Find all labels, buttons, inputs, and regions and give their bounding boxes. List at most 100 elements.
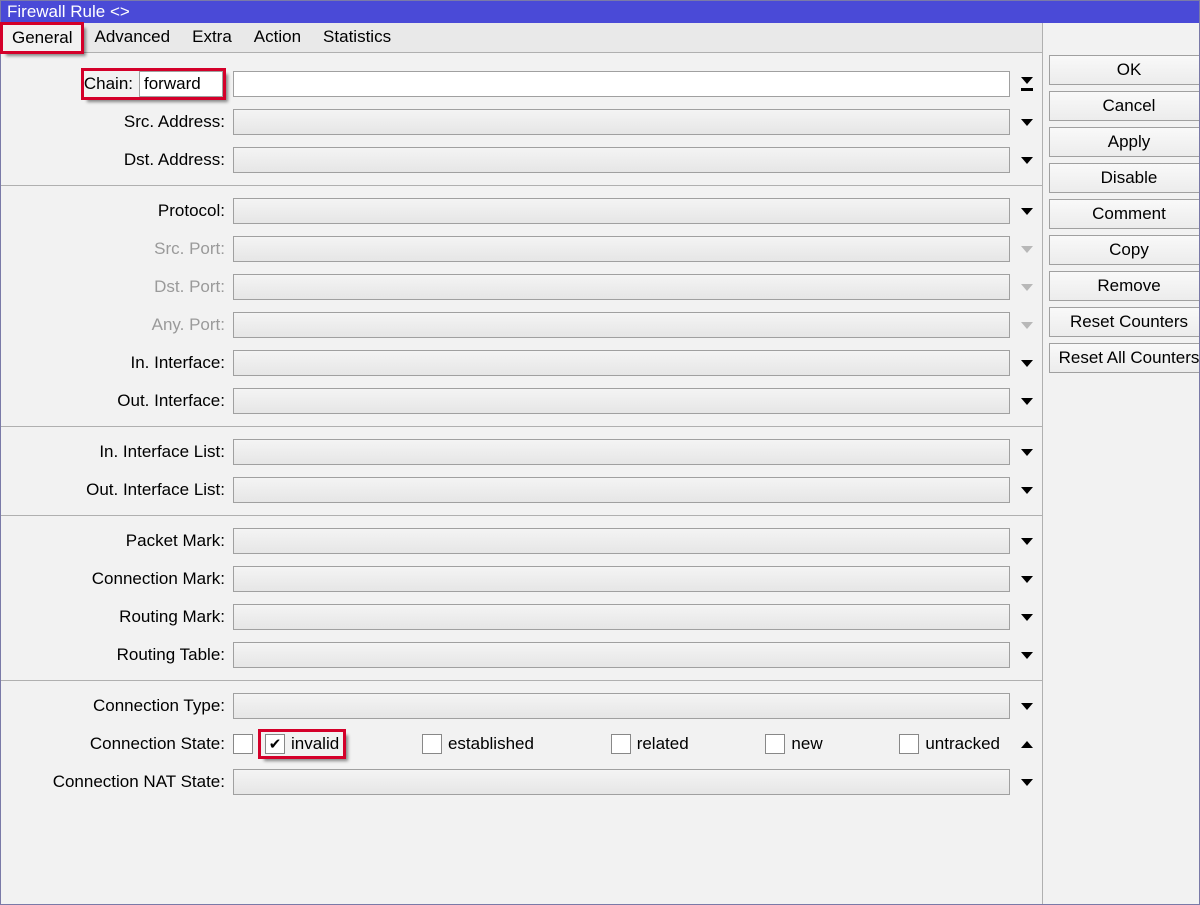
any-port-label: Any. Port: [1,315,233,335]
comment-button[interactable]: Comment [1049,199,1199,229]
row-src-port: Src. Port: [1,230,1042,268]
row-connection-nat-state: Connection NAT State: [1,763,1042,801]
label-wrap-chain: Chain: [1,69,233,99]
dst-port-expand-icon [1016,276,1038,298]
state-new-checkbox[interactable] [765,734,785,754]
window-titlebar: Firewall Rule <> [1,1,1199,23]
row-dst-port: Dst. Port: [1,268,1042,306]
tab-advanced[interactable]: Advanced [83,22,181,52]
row-connection-state: Connection State: ✔ invalid established [1,725,1042,763]
row-routing-table: Routing Table: [1,636,1042,674]
ok-button[interactable]: OK [1049,55,1199,85]
connection-type-input[interactable] [233,693,1010,719]
divider-1 [1,185,1042,186]
state-new-label: new [791,734,822,754]
packet-mark-expand-icon[interactable] [1016,530,1038,552]
row-in-interface: In. Interface: [1,344,1042,382]
src-port-expand-icon [1016,238,1038,260]
row-protocol: Protocol: [1,192,1042,230]
chain-dropdown-icon[interactable] [1016,73,1038,95]
routing-mark-input[interactable] [233,604,1010,630]
protocol-expand-icon[interactable] [1016,200,1038,222]
row-chain: Chain: [1,65,1042,103]
reset-all-counters-button[interactable]: Reset All Counters [1049,343,1199,373]
row-src-address: Src. Address: [1,103,1042,141]
connection-nat-state-expand-icon[interactable] [1016,771,1038,793]
out-interface-input[interactable] [233,388,1010,414]
firewall-rule-window: Firewall Rule <> General Advanced Extra … [0,0,1200,905]
in-interface-input[interactable] [233,350,1010,376]
dst-port-input [233,274,1010,300]
row-connection-mark: Connection Mark: [1,560,1042,598]
protocol-input[interactable] [233,198,1010,224]
tab-extra[interactable]: Extra [181,22,243,52]
connection-nat-state-input[interactable] [233,769,1010,795]
row-any-port: Any. Port: [1,306,1042,344]
disable-button[interactable]: Disable [1049,163,1199,193]
connection-mark-input[interactable] [233,566,1010,592]
apply-button[interactable]: Apply [1049,127,1199,157]
connection-state-negate-checkbox[interactable] [233,734,253,754]
src-address-expand-icon[interactable] [1016,111,1038,133]
packet-mark-input[interactable] [233,528,1010,554]
chain-highlight-box: Chain: [82,69,225,99]
divider-2 [1,426,1042,427]
connection-state-label: Connection State: [1,734,233,754]
tab-action[interactable]: Action [243,22,312,52]
src-address-input[interactable] [233,109,1010,135]
connection-type-label: Connection Type: [1,696,233,716]
connection-mark-expand-icon[interactable] [1016,568,1038,590]
divider-4 [1,680,1042,681]
state-untracked-checkbox[interactable] [899,734,919,754]
connection-type-expand-icon[interactable] [1016,695,1038,717]
in-interface-expand-icon[interactable] [1016,352,1038,374]
dst-address-input[interactable] [233,147,1010,173]
in-interface-list-expand-icon[interactable] [1016,441,1038,463]
tab-statistics[interactable]: Statistics [312,22,402,52]
tab-general[interactable]: General [1,23,83,53]
routing-table-label: Routing Table: [1,645,233,665]
routing-table-expand-icon[interactable] [1016,644,1038,666]
in-interface-list-input[interactable] [233,439,1010,465]
row-packet-mark: Packet Mark: [1,522,1042,560]
any-port-expand-icon [1016,314,1038,336]
chain-label: Chain: [84,74,133,94]
state-related-group: related [611,734,689,754]
reset-counters-button[interactable]: Reset Counters [1049,307,1199,337]
tabs-bar: General Advanced Extra Action Statistics [1,23,1042,53]
dst-address-expand-icon[interactable] [1016,149,1038,171]
divider-3 [1,515,1042,516]
state-established-checkbox[interactable] [422,734,442,754]
state-untracked-label: untracked [925,734,1000,754]
out-interface-list-expand-icon[interactable] [1016,479,1038,501]
out-interface-list-input[interactable] [233,477,1010,503]
state-related-checkbox[interactable] [611,734,631,754]
state-invalid-label: invalid [291,734,339,754]
row-connection-type: Connection Type: [1,687,1042,725]
any-port-input [233,312,1010,338]
row-dst-address: Dst. Address: [1,141,1042,179]
state-new-group: new [765,734,822,754]
routing-table-input[interactable] [233,642,1010,668]
dst-address-label: Dst. Address: [1,150,233,170]
chain-input[interactable] [139,71,223,97]
row-in-interface-list: In. Interface List: [1,433,1042,471]
src-port-label: Src. Port: [1,239,233,259]
window-title: Firewall Rule <> [7,2,130,21]
remove-button[interactable]: Remove [1049,271,1199,301]
state-invalid-group: ✔ invalid [259,730,345,758]
window-body: General Advanced Extra Action Statistics… [1,23,1199,904]
out-interface-label: Out. Interface: [1,391,233,411]
connection-nat-state-label: Connection NAT State: [1,772,233,792]
connection-state-collapse-icon[interactable] [1016,733,1038,755]
state-invalid-checkbox[interactable]: ✔ [265,734,285,754]
copy-button[interactable]: Copy [1049,235,1199,265]
connection-mark-label: Connection Mark: [1,569,233,589]
routing-mark-expand-icon[interactable] [1016,606,1038,628]
state-established-label: established [448,734,534,754]
state-related-label: related [637,734,689,754]
out-interface-expand-icon[interactable] [1016,390,1038,412]
cancel-button[interactable]: Cancel [1049,91,1199,121]
chain-input-ext[interactable] [233,71,1010,97]
state-untracked-group: untracked [899,734,1000,754]
